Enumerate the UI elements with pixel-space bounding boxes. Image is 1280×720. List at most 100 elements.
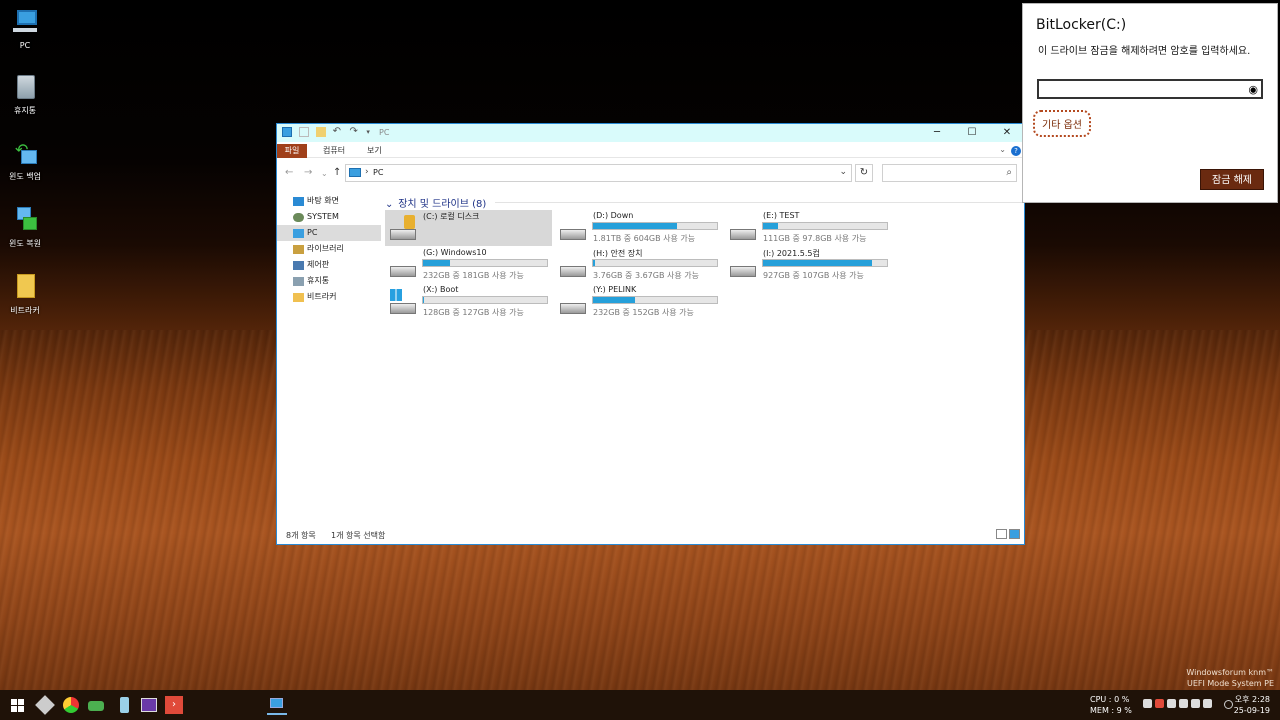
close-button[interactable]: ✕: [990, 124, 1024, 142]
drive-name: (D:) Down: [593, 211, 634, 220]
tab-view[interactable]: 보기: [367, 144, 382, 158]
restore-icon: [11, 205, 39, 235]
drive-icon: [730, 258, 758, 280]
desktop-icon-bitlocker[interactable]: 비트라커: [4, 272, 46, 316]
sidebar-item-system[interactable]: SYSTEM: [277, 209, 381, 225]
app-icon-network[interactable]: [86, 695, 106, 715]
desktop-icon-backup[interactable]: ↶ 윈도 백업: [4, 138, 46, 182]
tab-file[interactable]: 파일: [277, 144, 307, 158]
mem-label: MEM :: [1090, 706, 1115, 715]
sidebar-item-bitlocker[interactable]: 비트라커: [277, 289, 381, 305]
tray-app-icon[interactable]: [1155, 699, 1164, 708]
properties-icon[interactable]: [298, 127, 309, 137]
clock-date: 25-09-19: [1233, 706, 1270, 715]
drive-icon: [560, 258, 588, 280]
control-panel-icon: [293, 261, 304, 270]
drive-usage-fill: [593, 297, 636, 303]
folder-icon: [11, 272, 39, 302]
app-icon-storage[interactable]: [114, 695, 134, 715]
more-options-link[interactable]: 기타 옵션: [1033, 110, 1091, 137]
volume-icon[interactable]: [1203, 699, 1212, 708]
clock-time: 오후 2:28: [1234, 695, 1270, 704]
sidebar-item-recycle-bin[interactable]: 휴지통: [277, 273, 381, 289]
maximize-button[interactable]: ☐: [955, 124, 989, 142]
drive-item[interactable]: (Y:) PELINK 232GB 중 152GB 사용 가능: [555, 284, 722, 320]
group-header[interactable]: ⌄ 장치 및 드라이브 (8): [385, 195, 1023, 210]
large-icons-view-icon[interactable]: [1009, 529, 1020, 539]
drive-item[interactable]: (C:) 로컬 디스크: [385, 210, 552, 246]
clock[interactable]: 오후 2:28 25-09-19: [1220, 694, 1270, 716]
details-view-icon[interactable]: [996, 529, 1007, 539]
app-icon-media[interactable]: [139, 695, 159, 715]
drive-item[interactable]: (G:) Windows10 232GB 중 181GB 사용 가능: [385, 247, 552, 283]
drive-item[interactable]: (E:) TEST 111GB 중 97.8GB 사용 가능: [725, 210, 892, 246]
drive-space-info: 128GB 중 127GB 사용 가능: [423, 308, 524, 317]
taskbar-explorer-button[interactable]: [267, 695, 287, 715]
reveal-password-icon[interactable]: ◉: [1248, 83, 1258, 96]
refresh-button[interactable]: ↻: [855, 164, 873, 182]
cpu-label: CPU :: [1090, 695, 1112, 704]
drive-item[interactable]: (X:) Boot 128GB 중 127GB 사용 가능: [385, 284, 552, 320]
sidebar-item-label: 바탕 화면: [307, 196, 339, 205]
sidebar-item-label: PC: [307, 228, 318, 237]
computer-icon: [282, 127, 292, 137]
start-button[interactable]: [8, 695, 28, 715]
help-icon[interactable]: ?: [1011, 146, 1021, 156]
folder-icon: [293, 293, 304, 302]
sidebar-item-desktop[interactable]: 바탕 화면: [277, 193, 381, 209]
recycle-bin-icon: [11, 72, 39, 102]
recent-locations-button[interactable]: ⌄: [321, 169, 328, 178]
desktop-icon-label: 윈도 백업: [9, 172, 41, 181]
drive-usage-fill: [593, 260, 596, 266]
drive-usage-fill: [593, 223, 678, 229]
drive-usage-bar: [592, 259, 718, 267]
drive-item[interactable]: (H:) 안전 장치 3.76GB 중 3.67GB 사용 가능: [555, 247, 722, 283]
redo-icon[interactable]: ↷: [350, 127, 360, 137]
drive-name: (I:) 2021.5.5컴: [763, 249, 820, 258]
tray-icons: [1143, 699, 1223, 711]
up-button[interactable]: ↑: [333, 167, 341, 178]
drive-icon: [730, 221, 758, 243]
chevron-down-icon[interactable]: ▾: [366, 127, 372, 137]
minimize-button[interactable]: ─: [920, 124, 954, 142]
desktop-icon-recycle-bin[interactable]: 휴지통: [4, 72, 46, 116]
password-field[interactable]: ◉: [1037, 79, 1263, 99]
sidebar-item-libraries[interactable]: 라이브러리: [277, 241, 381, 257]
chevron-down-icon[interactable]: ⌄: [999, 145, 1006, 154]
desktop-icon-pc[interactable]: PC: [4, 8, 46, 50]
undo-icon[interactable]: ↶: [333, 127, 343, 137]
window-title: PC: [379, 128, 390, 137]
unlock-button[interactable]: 잠금 해제: [1200, 169, 1264, 190]
drive-name: (G:) Windows10: [423, 248, 487, 257]
drive-usage-bar: [592, 296, 718, 304]
quick-access-toolbar: ↶ ↷ ▾: [282, 127, 376, 139]
drive-item[interactable]: (I:) 2021.5.5컴 927GB 중 107GB 사용 가능: [725, 247, 892, 283]
search-input[interactable]: ⌕: [882, 164, 1017, 182]
divider: [495, 202, 1023, 203]
drive-usage-fill: [763, 260, 873, 266]
app-icon-browser[interactable]: [61, 695, 81, 715]
app-icon-remote[interactable]: ›: [164, 695, 184, 715]
tray-app-icon[interactable]: [1143, 699, 1152, 708]
computer-icon: [11, 8, 39, 38]
chevron-down-icon[interactable]: ⌄: [839, 167, 847, 177]
drive-usage-fill: [763, 223, 778, 229]
cpu-value: 0 %: [1114, 695, 1130, 704]
address-bar[interactable]: › PC ⌄: [345, 164, 852, 182]
new-folder-icon[interactable]: [315, 127, 326, 137]
desktop-icon: [293, 197, 304, 206]
drive-item[interactable]: (D:) Down 1.81TB 중 604GB 사용 가능: [555, 210, 722, 246]
network-icon[interactable]: [1167, 699, 1176, 708]
sidebar-item-control-panel[interactable]: 제어판: [277, 257, 381, 273]
desktop-icon-restore[interactable]: 윈도 복원: [4, 205, 46, 249]
keyboard-icon[interactable]: [1191, 699, 1200, 708]
app-icon-tool[interactable]: [35, 695, 55, 715]
back-button[interactable]: ←: [285, 167, 293, 178]
usb-icon[interactable]: [1179, 699, 1188, 708]
tab-computer[interactable]: 컴퓨터: [323, 144, 345, 158]
bitlocker-dialog: BitLocker(C:) 이 드라이브 잠금을 해제하려면 암호를 입력하세요…: [1022, 3, 1278, 203]
sidebar-item-pc[interactable]: PC: [277, 225, 381, 241]
forward-button[interactable]: →: [304, 167, 312, 178]
desktop-icon-label: 휴지통: [13, 106, 37, 115]
backup-icon: ↶: [11, 138, 39, 168]
